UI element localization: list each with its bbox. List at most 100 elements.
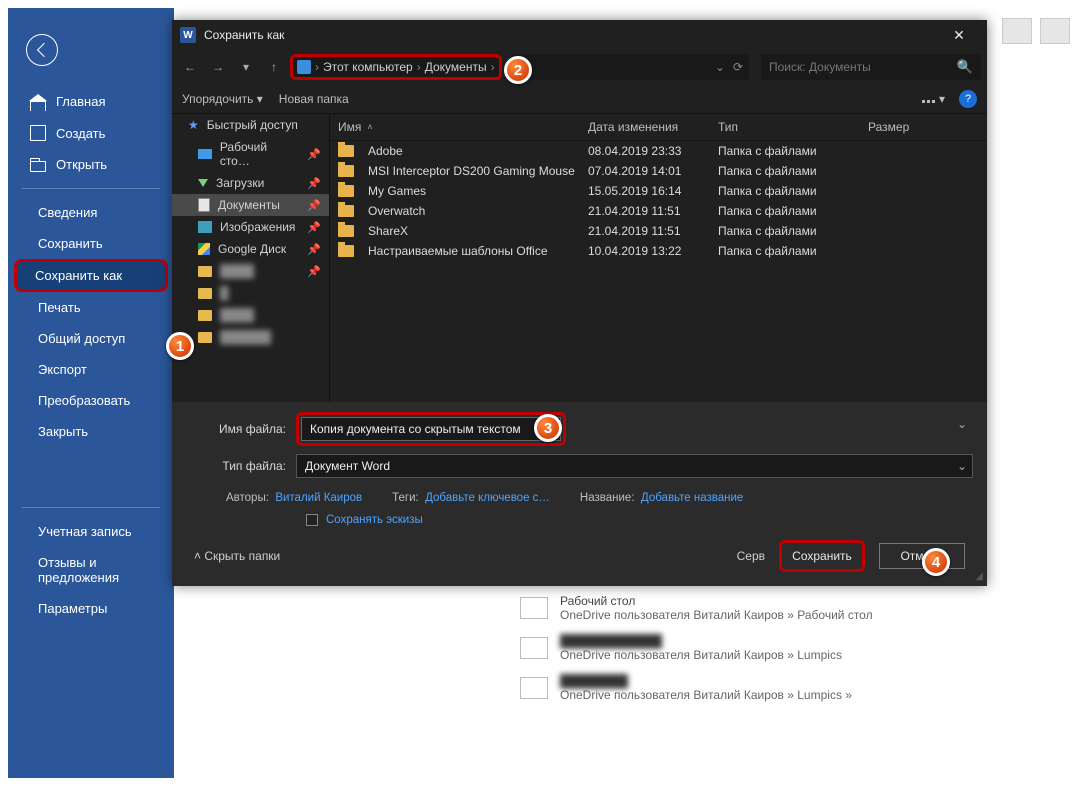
save-as-dialog: W Сохранить как ✕ ← → ▾ ↑ › Этот компьют… bbox=[172, 20, 987, 586]
file-name: Overwatch bbox=[368, 204, 425, 218]
tree-blurred-item[interactable]: █ bbox=[172, 282, 329, 304]
file-row[interactable]: Настраиваемые шаблоны Office 10.04.2019 … bbox=[330, 241, 987, 261]
tree-blurred-item[interactable]: ████ bbox=[172, 304, 329, 326]
title-value[interactable]: Добавьте название bbox=[641, 492, 743, 504]
documents-icon bbox=[198, 198, 210, 212]
menu-home[interactable]: Главная bbox=[8, 86, 174, 117]
recent-item[interactable]: Рабочий стол OneDrive пользователя Витал… bbox=[520, 588, 995, 628]
pictures-icon bbox=[198, 221, 212, 233]
chevron-right-icon: › bbox=[417, 60, 421, 74]
file-list-header[interactable]: Имя ˄ Дата изменения Тип Размер bbox=[330, 114, 987, 141]
chevron-down-icon[interactable]: ⌄ bbox=[715, 60, 725, 74]
column-name[interactable]: Имя ˄ bbox=[338, 120, 588, 134]
menu-close[interactable]: Закрыть bbox=[8, 416, 174, 447]
menu-export[interactable]: Экспорт bbox=[8, 354, 174, 385]
folder-tree[interactable]: ★Быстрый доступ Рабочий сто…📌 Загрузки📌 … bbox=[172, 114, 330, 402]
menu-print[interactable]: Печать bbox=[8, 292, 174, 323]
chevron-down-icon[interactable]: ⌄ bbox=[957, 417, 967, 431]
help-button[interactable]: ? bbox=[959, 90, 977, 108]
file-name: MSI Interceptor DS200 Gaming Mouse bbox=[368, 164, 575, 178]
nav-history-button[interactable]: ▾ bbox=[234, 55, 258, 79]
file-row[interactable]: ShareX 21.04.2019 11:51 Папка с файлами bbox=[330, 221, 987, 241]
chevron-right-icon: › bbox=[491, 60, 495, 74]
home-icon bbox=[30, 101, 46, 111]
breadcrumb-folder[interactable]: Документы bbox=[425, 60, 487, 74]
organize-button[interactable]: Упорядочить ▾ bbox=[182, 92, 263, 106]
menu-options[interactable]: Параметры bbox=[8, 593, 174, 624]
recent-title: Рабочий стол bbox=[560, 594, 873, 608]
menu-save-as[interactable]: Сохранить как bbox=[14, 259, 168, 292]
new-folder-button[interactable]: Новая папка bbox=[279, 92, 349, 106]
file-row[interactable]: MSI Interceptor DS200 Gaming Mouse 07.04… bbox=[330, 161, 987, 181]
filetype-select[interactable] bbox=[296, 454, 973, 478]
tree-downloads[interactable]: Загрузки📌 bbox=[172, 172, 329, 194]
tree-documents[interactable]: Документы📌 bbox=[172, 194, 329, 216]
filetype-label: Тип файла: bbox=[186, 459, 296, 473]
menu-label: Отзывы и предложения bbox=[38, 555, 160, 585]
tree-label: Загрузки bbox=[216, 176, 264, 190]
tree-label-blurred: ████ bbox=[220, 264, 254, 278]
file-row[interactable]: My Games 15.05.2019 16:14 Папка с файлам… bbox=[330, 181, 987, 201]
folder-icon bbox=[338, 165, 354, 177]
menu-transform[interactable]: Преобразовать bbox=[8, 385, 174, 416]
dialog-bottom-panel: Имя файла: ⌄ Тип файла: ⌄ Авторы: Витали… bbox=[172, 402, 987, 586]
file-date: 21.04.2019 11:51 bbox=[588, 224, 718, 238]
column-type[interactable]: Тип bbox=[718, 120, 868, 134]
folder-icon bbox=[198, 310, 212, 321]
chevron-down-icon[interactable]: ⌄ bbox=[957, 459, 967, 473]
back-button[interactable] bbox=[26, 34, 58, 66]
save-thumbnails-label[interactable]: Сохранять эскизы bbox=[326, 514, 423, 526]
nav-forward-button[interactable]: → bbox=[206, 55, 230, 79]
view-options-button[interactable]: ▾ bbox=[921, 92, 945, 106]
menu-open[interactable]: Открыть bbox=[8, 149, 174, 180]
hide-folders-button[interactable]: ˄ Скрыть папки bbox=[194, 549, 280, 563]
recent-item[interactable]: ████████ OneDrive пользователя Виталий К… bbox=[520, 668, 995, 708]
tree-label-blurred: █ bbox=[220, 286, 229, 300]
tags-value[interactable]: Добавьте ключевое с… bbox=[425, 492, 550, 504]
file-row[interactable]: Adobe 08.04.2019 23:33 Папка с файлами bbox=[330, 141, 987, 161]
refresh-icon[interactable]: ⟳ bbox=[733, 60, 743, 74]
tree-label: Рабочий сто… bbox=[220, 140, 299, 168]
resize-grip-icon[interactable]: ◢ bbox=[975, 571, 983, 582]
search-input[interactable]: Поиск: Документы 🔍 bbox=[761, 54, 981, 80]
tree-blurred-item[interactable]: ██████ bbox=[172, 326, 329, 348]
close-button[interactable]: ✕ bbox=[939, 20, 979, 50]
file-row[interactable]: Overwatch 21.04.2019 11:51 Папка с файла… bbox=[330, 201, 987, 221]
menu-label: Сохранить bbox=[38, 236, 103, 251]
sort-caret-icon: ˄ bbox=[367, 122, 372, 132]
background-recent-list: Рабочий стол OneDrive пользователя Витал… bbox=[520, 588, 995, 708]
annotation-badge-4: 4 bbox=[922, 548, 950, 576]
tree-pictures[interactable]: Изображения📌 bbox=[172, 216, 329, 238]
menu-save[interactable]: Сохранить bbox=[8, 228, 174, 259]
address-bar-rest[interactable]: ⌄ ⟳ bbox=[512, 54, 749, 80]
filename-input[interactable] bbox=[301, 417, 561, 441]
tree-quick-access[interactable]: ★Быстрый доступ bbox=[172, 114, 329, 136]
tags-label: Теги: bbox=[392, 492, 419, 504]
tree-label-blurred: ████ bbox=[220, 308, 254, 322]
nav-back-button[interactable]: ← bbox=[178, 55, 202, 79]
column-size[interactable]: Размер bbox=[868, 120, 979, 134]
menu-feedback[interactable]: Отзывы и предложения bbox=[8, 547, 174, 593]
document-icon bbox=[30, 125, 46, 141]
authors-value[interactable]: Виталий Каиров bbox=[275, 492, 362, 504]
save-thumbnails-checkbox[interactable] bbox=[306, 514, 318, 526]
save-button[interactable]: Сохранить bbox=[779, 540, 865, 572]
tree-blurred-item[interactable]: ████📌 bbox=[172, 260, 329, 282]
tree-gdrive[interactable]: Google Диск📌 bbox=[172, 238, 329, 260]
menu-info[interactable]: Сведения bbox=[8, 197, 174, 228]
recent-title-blurred: ████████ bbox=[560, 674, 852, 688]
nav-up-button[interactable]: ↑ bbox=[262, 55, 286, 79]
menu-label: Создать bbox=[56, 126, 105, 141]
breadcrumb-root[interactable]: Этот компьютер bbox=[323, 60, 413, 74]
address-breadcrumb[interactable]: › Этот компьютер › Документы › bbox=[290, 54, 502, 80]
tree-desktop[interactable]: Рабочий сто…📌 bbox=[172, 136, 329, 172]
menu-account[interactable]: Учетная запись bbox=[8, 516, 174, 547]
recent-title-blurred: ████████████ bbox=[560, 634, 842, 648]
file-list: Имя ˄ Дата изменения Тип Размер Adobe 08… bbox=[330, 114, 987, 402]
menu-label: Главная bbox=[56, 94, 105, 109]
recent-item[interactable]: ████████████ OneDrive пользователя Витал… bbox=[520, 628, 995, 668]
menu-share[interactable]: Общий доступ bbox=[8, 323, 174, 354]
folder-icon bbox=[338, 225, 354, 237]
menu-new[interactable]: Создать bbox=[8, 117, 174, 149]
column-date[interactable]: Дата изменения bbox=[588, 120, 718, 134]
